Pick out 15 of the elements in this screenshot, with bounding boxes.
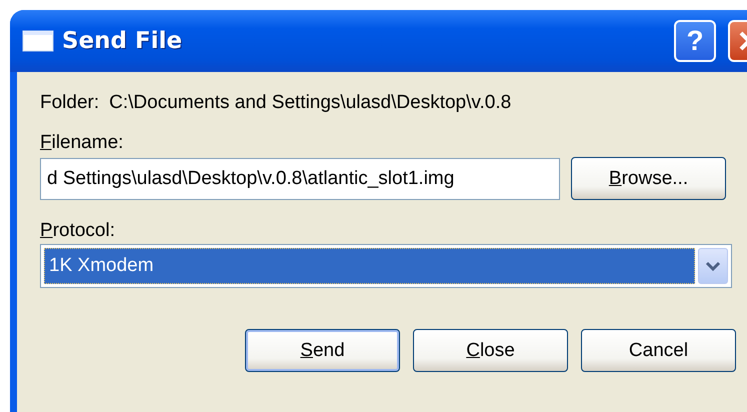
chevron-down-icon xyxy=(705,260,721,272)
dialog-button[interactable]: Close xyxy=(413,329,568,372)
dropdown-button[interactable] xyxy=(698,248,728,284)
browse-button[interactable]: Browse... xyxy=(571,157,726,200)
dialog-button[interactable]: Send xyxy=(245,329,400,372)
window-title: Send File xyxy=(62,28,184,54)
window-icon xyxy=(22,30,54,52)
filename-field[interactable]: d Settings\ulasd\Desktop\v.0.8\atlantic_slot1.img xyxy=(40,158,560,200)
protocol-dropdown[interactable]: 1K Xmodem xyxy=(40,244,732,288)
folder-path: C:\Documents and Settings\ulasd\Desktop\v.0.8 xyxy=(109,92,512,114)
filename-label: Filename: xyxy=(40,132,124,154)
folder-label: Folder: xyxy=(40,92,100,114)
help-button[interactable]: ? xyxy=(674,20,716,62)
protocol-label: Protocol: xyxy=(40,220,116,242)
dialog-button[interactable]: Cancel xyxy=(581,329,736,372)
